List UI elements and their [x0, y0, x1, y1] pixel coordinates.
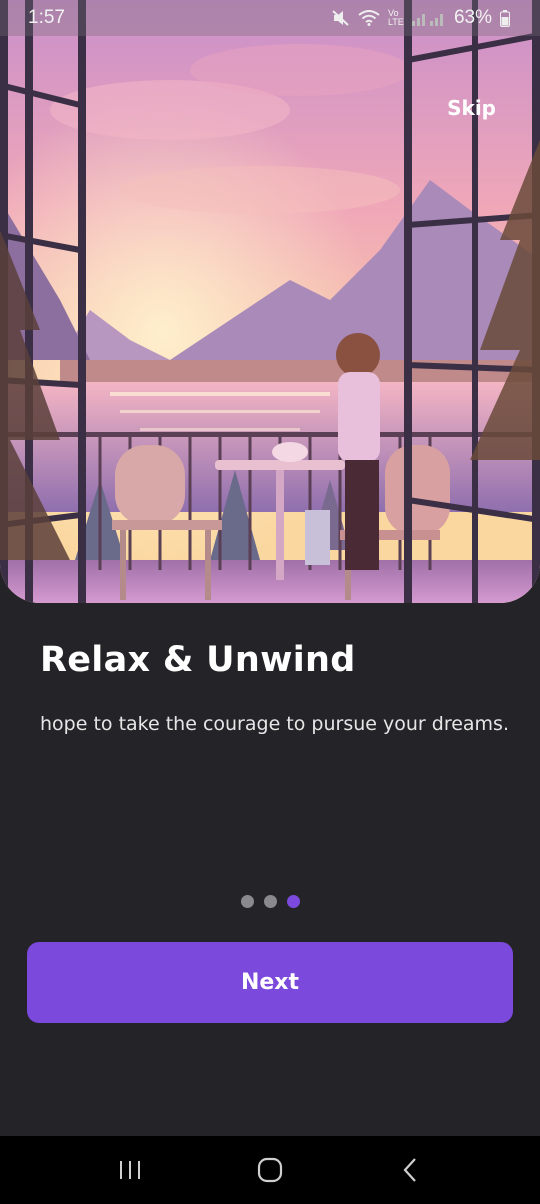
page-indicator — [0, 895, 540, 908]
hero-illustration — [0, 0, 540, 603]
signal-icon — [411, 10, 446, 26]
back-icon — [403, 1158, 416, 1182]
back-button[interactable] — [380, 1140, 440, 1200]
status-time: 1:57 — [28, 7, 65, 28]
sunset-balcony-illustration — [0, 0, 540, 603]
onboarding-title: Relax & Unwind — [40, 640, 356, 680]
battery-icon — [500, 9, 510, 27]
next-button[interactable]: Next — [27, 942, 513, 1023]
onboarding-description: hope to take the courage to pursue your … — [40, 713, 509, 735]
page-dot-2 — [263, 895, 277, 908]
system-navigation-bar — [0, 1136, 540, 1204]
recent-apps-icon — [120, 1161, 140, 1179]
mute-icon — [332, 10, 350, 26]
page-dot-1 — [240, 895, 254, 908]
home-icon — [257, 1157, 283, 1183]
page-dot-3-active — [286, 895, 300, 908]
home-button[interactable] — [240, 1140, 300, 1200]
network-label: Vo LTE — [387, 8, 404, 27]
skip-button[interactable]: Skip — [447, 96, 496, 120]
wifi-icon — [358, 10, 380, 26]
status-indicators: Vo LTE 63% — [332, 7, 510, 29]
battery-percent: 63% — [453, 7, 492, 28]
status-bar: 1:57 Vo LTE 63% — [0, 0, 540, 36]
recent-apps-button[interactable] — [100, 1140, 160, 1200]
